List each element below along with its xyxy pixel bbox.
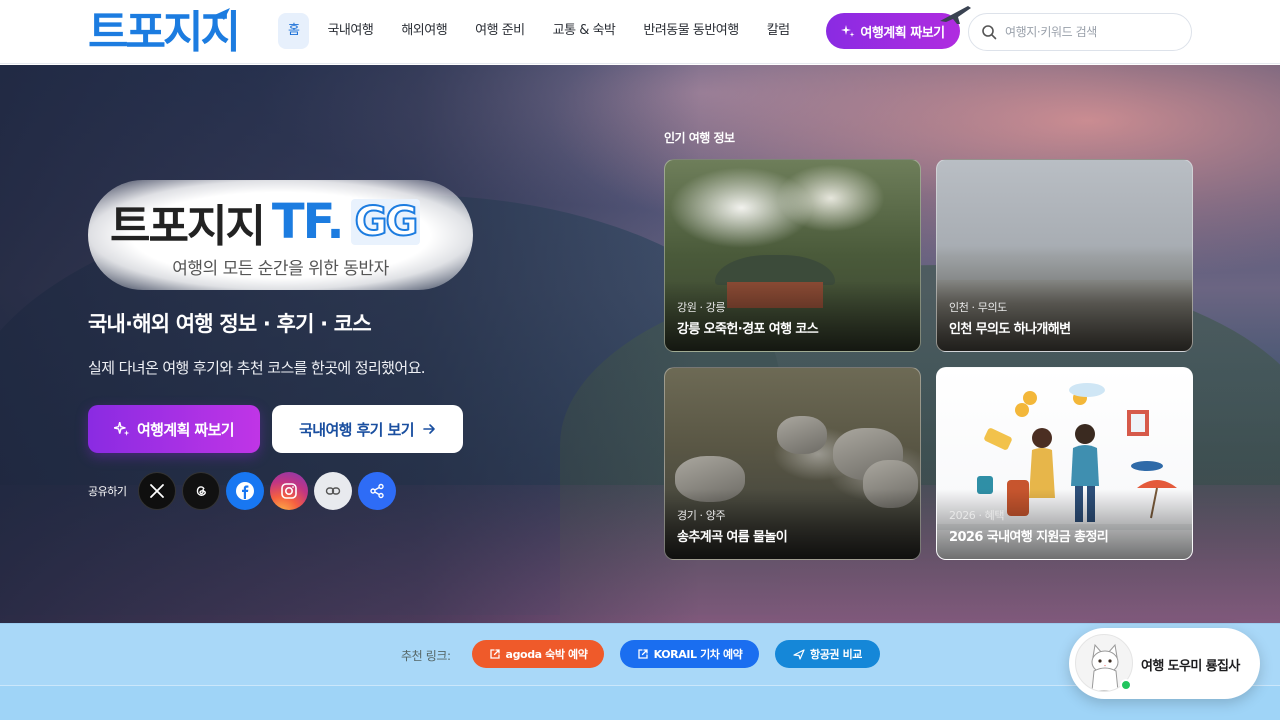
- card-gradient: [665, 281, 920, 351]
- agoda-link-button[interactable]: agoda 숙박 예약: [472, 640, 604, 668]
- badge-subtitle: 여행의 모든 순간을 위한 동반자: [172, 259, 389, 279]
- share-facebook-button[interactable]: [226, 472, 264, 510]
- flight-compare-label: 항공권 비교: [809, 648, 863, 661]
- link-icon: [325, 487, 341, 495]
- card-region: 인천 · 무의도: [949, 301, 1007, 314]
- hero-description: 실제 다녀온 여행 후기와 추천 코스를 한곳에 정리했어요.: [88, 359, 426, 377]
- copy-link-button[interactable]: [314, 472, 352, 510]
- korail-link-button[interactable]: KORAIL 기차 예약: [620, 640, 759, 668]
- popular-card-muuido[interactable]: 인천 · 무의도 인천 무의도 하나개해변: [936, 159, 1193, 352]
- card-title: 인천 무의도 하나개해변: [949, 322, 1071, 337]
- helper-label: 여행 도우미 룡집사: [1141, 659, 1240, 674]
- card-gradient: [937, 489, 1192, 559]
- airplane-icon: [940, 6, 971, 24]
- popular-card-travel-subsidy[interactable]: 2026 · 혜택 2026 국내여행 지원금 총정리: [936, 367, 1193, 560]
- plan-trip-label: 여행계획 짜보기: [860, 25, 945, 41]
- share-icon: [370, 483, 384, 499]
- card-region: 경기 · 양주: [677, 509, 726, 522]
- share-label: 공유하기: [88, 485, 127, 498]
- search-input[interactable]: [1005, 25, 1175, 39]
- badge-title-text: 트포지지: [110, 201, 266, 252]
- badge-tf-text: TF.: [271, 194, 345, 250]
- site-logo[interactable]: 트포지지: [88, 8, 241, 58]
- domestic-reviews-label: 국내여행 후기 보기: [299, 420, 414, 439]
- agoda-link-label: agoda 숙박 예약: [505, 648, 588, 661]
- site-header: 트포지지 홈 국내여행 해외여행 여행 준비 교통 & 숙박 반려동물 동반여행…: [0, 0, 1280, 64]
- card-region: 강원 · 강릉: [677, 301, 726, 314]
- hero-title: 국내·해외 여행 정보 · 후기 · 코스: [88, 312, 372, 336]
- hero-plan-trip-label: 여행계획 짜보기: [136, 420, 235, 439]
- arrow-right-icon: [423, 424, 435, 434]
- plane-icon: [208, 8, 230, 20]
- hero-plan-trip-button[interactable]: 여행계획 짜보기: [88, 405, 260, 453]
- instagram-icon: [281, 483, 297, 499]
- share-buttons: [138, 472, 396, 510]
- korail-link-label: KORAIL 기차 예약: [653, 648, 743, 661]
- flight-compare-button[interactable]: 항공권 비교: [775, 640, 880, 668]
- card-title: 송추계곡 여름 물놀이: [677, 530, 788, 545]
- card-region: 2026 · 혜택: [949, 509, 1005, 522]
- hero-overlay: [0, 65, 700, 623]
- share-x-button[interactable]: [138, 472, 176, 510]
- share-more-button[interactable]: [358, 472, 396, 510]
- card-title: 강릉 오죽헌·경포 여행 코스: [677, 322, 819, 337]
- nav-overseas[interactable]: 해외여행: [387, 13, 461, 49]
- external-link-icon: [637, 649, 648, 659]
- card-title: 2026 국내여행 지원금 총정리: [949, 530, 1109, 545]
- domestic-reviews-button[interactable]: 국내여행 후기 보기: [272, 405, 463, 453]
- travel-helper-chat-button[interactable]: 여행 도우미 룡집사: [1069, 628, 1260, 699]
- threads-icon: [196, 486, 206, 496]
- popular-section-label: 인기 여행 정보: [664, 131, 735, 145]
- sparkle-icon: [113, 421, 130, 436]
- hero-section: 트포지지 TF. GG 여행의 모든 순간을 위한 동반자 국내·해외 여행 정…: [0, 65, 1280, 623]
- card-image-rock: [777, 416, 827, 454]
- nav-domestic[interactable]: 국내여행: [313, 13, 387, 49]
- plane-icon: [793, 649, 805, 660]
- share-instagram-button[interactable]: [270, 472, 308, 510]
- card-image-sea: [937, 256, 1192, 280]
- badge-title: 트포지지 TF. GG: [110, 190, 421, 254]
- nav-column[interactable]: 칼럼: [753, 13, 804, 49]
- main-nav: 홈 국내여행 해외여행 여행 준비 교통 & 숙박 반려동물 동반여행 칼럼: [278, 13, 804, 49]
- nav-preparation[interactable]: 여행 준비: [461, 13, 538, 49]
- popular-card-songchu-valley[interactable]: 경기 · 양주 송추계곡 여름 물놀이: [664, 367, 921, 560]
- x-icon: [150, 484, 164, 498]
- badge-gg-text: GG: [350, 198, 421, 246]
- hero-brand-badge: 트포지지 TF. GG 여행의 모든 순간을 위한 동반자: [88, 180, 473, 290]
- nav-home[interactable]: 홈: [278, 13, 310, 49]
- share-threads-button[interactable]: [182, 472, 220, 510]
- facebook-icon: [236, 482, 254, 500]
- online-status-indicator: [1120, 679, 1132, 691]
- search-box[interactable]: [968, 13, 1192, 51]
- card-gradient: [665, 489, 920, 559]
- nav-transport-lodging[interactable]: 교통 & 숙박: [539, 13, 630, 49]
- card-gradient: [937, 281, 1192, 351]
- external-link-icon: [489, 649, 500, 659]
- sparkle-icon: [841, 25, 855, 37]
- recommended-links-label: 추천 링크:: [401, 649, 451, 663]
- popular-card-gangneung[interactable]: 강원 · 강릉 강릉 오죽헌·경포 여행 코스: [664, 159, 921, 352]
- search-icon: [982, 25, 997, 40]
- nav-pet-travel[interactable]: 반려동물 동반여행: [629, 13, 752, 49]
